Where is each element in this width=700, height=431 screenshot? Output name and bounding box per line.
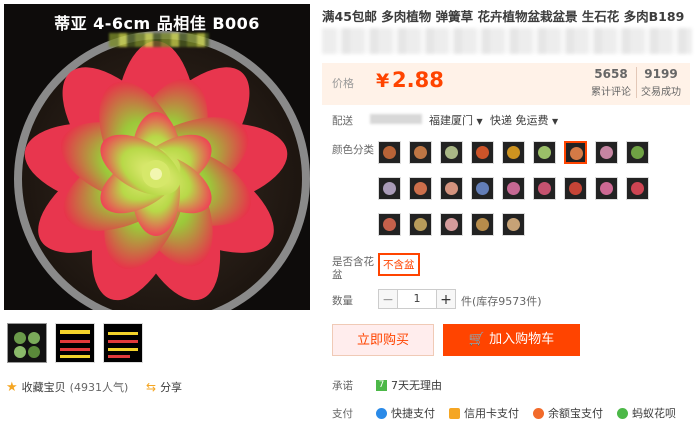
reviews-label: 累计评论 [591,87,631,98]
quantity-label: 数量 [332,295,353,307]
quantity-input[interactable]: 1 [397,289,437,309]
favorite-label: 收藏宝贝 [21,381,66,394]
pot-option-selected[interactable]: 不含盆 [378,253,420,276]
color-swatch[interactable] [626,141,649,164]
payment-label: 支付 [332,408,353,420]
cart-icon: 🛒 [468,332,486,347]
chevron-down-icon: ▼ [552,117,559,126]
thumbnail-2[interactable] [55,323,95,363]
color-swatch[interactable] [471,141,494,164]
product-info: 满45包邮 多肉植物 弹簧草 花卉植物盆栽盆景 生石花 多肉B189 价格 ¥ … [322,0,698,431]
thumbnail-1[interactable] [7,323,47,363]
color-swatch[interactable] [533,141,556,164]
color-swatch[interactable] [502,141,525,164]
payment-method-label: 蚂蚁花呗 [632,407,676,420]
shipping-from[interactable]: 福建厦门 ▼ [429,112,483,128]
star-icon: ★ [6,379,18,395]
thumbnail-image [8,324,46,362]
color-swatch[interactable] [533,177,556,200]
color-swatch[interactable] [564,177,587,200]
price-label: 价格 [332,77,354,90]
image-watermark [109,33,209,47]
credit-card-icon [449,407,460,419]
reviews-count: 5658 [594,67,628,81]
promise-item[interactable]: 7 7天无理由 [376,377,442,393]
color-swatch[interactable] [440,177,463,200]
color-swatch[interactable] [626,177,649,200]
thumbnail-image [56,324,94,362]
promise-text: 7天无理由 [391,379,442,392]
payment-method-label: 快捷支付 [391,407,435,420]
sales-stat: 9199 交易成功 [640,67,682,98]
payment-method-label: 信用卡支付 [464,407,519,420]
shipping-method-text: 快递 免运费 [490,114,549,127]
buy-now-button[interactable]: 立即购买 [332,324,434,356]
color-label: 颜色分类 [332,144,374,156]
quantity-increase-button[interactable]: + [436,289,456,309]
payment-method-yuebao[interactable]: 余额宝支付 [533,405,603,421]
color-swatch[interactable] [440,213,463,236]
color-swatch[interactable] [440,141,463,164]
payment-method-credit[interactable]: 信用卡支付 [449,405,519,421]
color-swatch[interactable] [378,141,401,164]
reviews-stat[interactable]: 5658 累计评论 [590,67,637,98]
quantity-decrease-button[interactable]: − [378,289,398,309]
pot-label-line2: 盆 [332,269,343,281]
sales-label: 交易成功 [641,87,681,98]
color-swatch[interactable] [471,213,494,236]
thumbnail-3[interactable] [103,323,143,363]
quick-pay-icon [376,407,387,419]
product-gallery: 蒂亚 4-6cm 品相佳 B006 ★ 收藏宝贝 (4931人气) ⇆ 分享 [0,0,318,431]
add-to-cart-button[interactable]: 🛒 加入购物车 [443,324,580,356]
color-swatch[interactable] [409,177,432,200]
add-to-cart-label: 加入购物车 [489,332,555,347]
color-swatch[interactable] [409,141,432,164]
shipping-method[interactable]: 快递 免运费 ▼ [490,112,558,128]
succulent-image [4,4,310,310]
huabei-icon [617,407,628,419]
color-swatch[interactable] [502,177,525,200]
stock-text: 件(库存9573件) [461,295,542,308]
favorite-link[interactable]: ★ 收藏宝贝 (4931人气) [6,379,128,395]
shipping-origin-blurred [370,114,422,124]
thumbnail-image [104,324,142,362]
color-swatch[interactable] [409,213,432,236]
product-subtitle-blurred [322,28,692,54]
payment-method-huabei[interactable]: 蚂蚁花呗 [617,405,676,421]
color-swatch[interactable] [502,213,525,236]
payment-method-label: 余额宝支付 [548,407,603,420]
share-link[interactable]: ⇆ 分享 [146,379,182,395]
shipping-label: 配送 [332,115,353,127]
color-swatch[interactable] [595,141,618,164]
price-currency: ¥ [376,70,390,92]
main-product-image[interactable]: 蒂亚 4-6cm 品相佳 B006 [4,4,310,310]
payment-method-quick[interactable]: 快捷支付 [376,405,435,421]
favorite-count: (4931人气) [69,381,129,394]
color-swatch-selected[interactable] [564,141,587,164]
shipping-from-text: 福建厦门 [429,114,473,127]
color-swatch[interactable] [471,177,494,200]
price-value: 2.88 [392,68,444,92]
yuebao-icon [533,407,544,419]
image-caption: 蒂亚 4-6cm 品相佳 B006 [54,14,260,33]
color-swatch[interactable] [595,177,618,200]
chevron-down-icon: ▼ [476,117,483,126]
color-swatch[interactable] [378,213,401,236]
share-icon: ⇆ [146,380,157,394]
share-label: 分享 [160,381,183,394]
seven-day-icon: 7 [376,379,387,391]
color-swatch[interactable] [378,177,401,200]
thumbnail-strip [7,323,143,363]
product-title: 满45包邮 多肉植物 弹簧草 花卉植物盆栽盆景 生石花 多肉B189 [322,9,685,24]
promise-label: 承诺 [332,380,353,392]
sales-count: 9199 [644,67,678,81]
payment-methods: 快捷支付 信用卡支付 余额宝支付 蚂蚁花呗 [376,405,676,421]
price-panel: 价格 ¥ 2.88 5658 累计评论 9199 交易成功 [322,63,690,105]
